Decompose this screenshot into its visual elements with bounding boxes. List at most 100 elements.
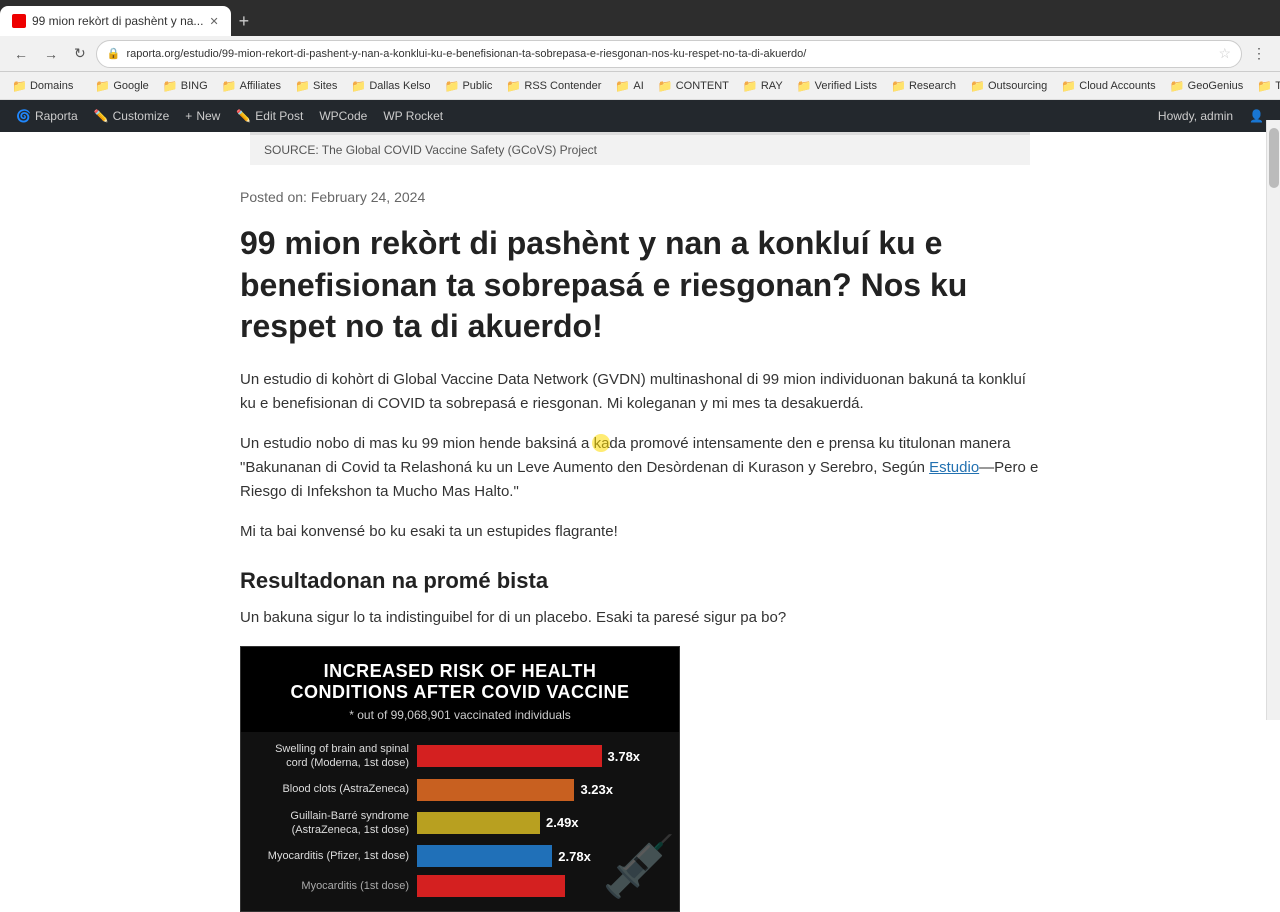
tab-bar: 99 mion rekòrt di pashènt y na... ✕ + bbox=[0, 0, 1280, 36]
bm-label: Outsourcing bbox=[988, 80, 1047, 92]
url-bar[interactable]: 🔒 raporta.org/estudio/99-mion-rekort-di-… bbox=[96, 40, 1242, 68]
bm-label: Domains bbox=[30, 80, 73, 92]
scrollbar-thumb[interactable] bbox=[1269, 128, 1279, 188]
folder-icon: 📁 bbox=[12, 79, 27, 93]
bm-outsourcing[interactable]: 📁 Outsourcing bbox=[964, 77, 1053, 95]
bm-label: Google bbox=[113, 80, 148, 92]
wp-rocket[interactable]: WP Rocket bbox=[375, 100, 451, 132]
bm-domains[interactable]: 📁 Domains bbox=[6, 77, 79, 95]
folder-icon: 📁 bbox=[891, 79, 906, 93]
bm-rss[interactable]: 📁 RSS Contender bbox=[500, 77, 607, 95]
chart-label-3: Guillain-Barré syndrome(AstraZeneca, 1st… bbox=[257, 809, 417, 838]
bm-tools[interactable]: 📁 Tools bbox=[1251, 77, 1280, 95]
customize-icon: ✏️ bbox=[94, 109, 109, 123]
bm-label: Public bbox=[462, 80, 492, 92]
nav-bar: ← → ↻ 🔒 raporta.org/estudio/99-mion-reko… bbox=[0, 36, 1280, 72]
article-container: Posted on: February 24, 2024 99 mion rek… bbox=[220, 169, 1060, 912]
folder-icon: 📁 bbox=[163, 79, 178, 93]
tab-favicon bbox=[12, 14, 26, 28]
folder-icon: 📁 bbox=[1257, 79, 1272, 93]
folder-icon: 📁 bbox=[970, 79, 985, 93]
folder-icon: 📁 bbox=[351, 79, 366, 93]
bm-label: Verified Lists bbox=[815, 80, 877, 92]
extensions-button[interactable]: ⋮ bbox=[1246, 41, 1272, 66]
caption-text: SOURCE: The Global COVID Vaccine Safety … bbox=[264, 143, 597, 157]
lock-icon: 🔒 bbox=[107, 47, 121, 60]
post-title: 99 mion rekòrt di pashènt y nan a konklu… bbox=[240, 223, 1040, 348]
avatar-icon: 👤 bbox=[1249, 109, 1264, 123]
bm-label: RAY bbox=[761, 80, 783, 92]
chart-val-2: 3.23x bbox=[580, 782, 613, 797]
chart-val-1: 3.78x bbox=[608, 749, 641, 764]
bm-bing[interactable]: 📁 BING bbox=[157, 77, 214, 95]
bm-verified[interactable]: 📁 Verified Lists bbox=[791, 77, 883, 95]
bm-public[interactable]: 📁 Public bbox=[439, 77, 499, 95]
paragraph-1: Un estudio di kohòrt di Global Vaccine D… bbox=[240, 368, 1040, 416]
chart-bar-wrap-2: 3.23x bbox=[417, 779, 663, 801]
folder-icon: 📁 bbox=[222, 79, 237, 93]
reload-button[interactable]: ↻ bbox=[68, 41, 92, 66]
forward-button[interactable]: → bbox=[38, 42, 64, 66]
wp-site-name[interactable]: 🌀 Raporta bbox=[8, 100, 86, 132]
wp-howdy: Howdy, admin bbox=[1150, 109, 1241, 123]
folder-icon: 📁 bbox=[797, 79, 812, 93]
new-tab-button[interactable]: + bbox=[231, 11, 258, 32]
chart-image: INCREASED RISK OF HEALTHCONDITIONS AFTER… bbox=[240, 646, 680, 912]
bm-content[interactable]: 📁 CONTENT bbox=[652, 77, 735, 95]
bm-label: Tools bbox=[1275, 80, 1280, 92]
paragraph-2: Un estudio nobo di mas ku 99 mion hende … bbox=[240, 432, 1040, 504]
bm-ray[interactable]: 📁 RAY bbox=[737, 77, 789, 95]
bm-affiliates[interactable]: 📁 Affiliates bbox=[216, 77, 287, 95]
chart-label-2: Blood clots (AstraZeneca) bbox=[257, 782, 417, 796]
active-tab[interactable]: 99 mion rekòrt di pashènt y na... ✕ bbox=[0, 6, 231, 36]
bm-google[interactable]: 📁 Google bbox=[89, 77, 154, 95]
wp-customize-label: Customize bbox=[113, 109, 170, 123]
plus-icon: + bbox=[185, 109, 192, 123]
folder-icon: 📁 bbox=[506, 79, 521, 93]
folder-icon: 📁 bbox=[743, 79, 758, 93]
wp-edit-label: Edit Post bbox=[255, 109, 303, 123]
edit-icon: ✏️ bbox=[236, 109, 251, 123]
folder-icon: 📁 bbox=[1170, 79, 1185, 93]
folder-icon: 📁 bbox=[95, 79, 110, 93]
chart-label-1: Swelling of brain and spinalcord (Modern… bbox=[257, 742, 417, 771]
wp-new[interactable]: + New bbox=[177, 100, 228, 132]
chart-label-4: Myocarditis (Pfizer, 1st dose) bbox=[257, 849, 417, 863]
url-text: raporta.org/estudio/99-mion-rekort-di-pa… bbox=[126, 48, 1212, 60]
post-date: Posted on: February 24, 2024 bbox=[240, 189, 1040, 205]
bm-ai[interactable]: 📁 AI bbox=[609, 77, 649, 95]
chart-bar-3 bbox=[417, 812, 540, 834]
wpcode-label: WPCode bbox=[319, 109, 367, 123]
chart-bar-5 bbox=[417, 875, 565, 897]
chart-bar-2 bbox=[417, 779, 574, 801]
chart-header: INCREASED RISK OF HEALTHCONDITIONS AFTER… bbox=[241, 647, 679, 732]
bm-label: Affiliates bbox=[240, 80, 281, 92]
wp-edit-post[interactable]: ✏️ Edit Post bbox=[228, 100, 311, 132]
bookmark-star-icon[interactable]: ☆ bbox=[1218, 45, 1231, 62]
wp-wpcode[interactable]: WPCode bbox=[311, 100, 375, 132]
bm-label: BING bbox=[181, 80, 208, 92]
bm-dallas[interactable]: 📁 Dallas Kelso bbox=[345, 77, 436, 95]
chart-bar-wrap-1: 3.78x bbox=[417, 745, 663, 767]
bm-research[interactable]: 📁 Research bbox=[885, 77, 962, 95]
chart-label-5: Myocarditis (1st dose) bbox=[257, 879, 417, 893]
folder-icon: 📁 bbox=[445, 79, 460, 93]
tab-close-button[interactable]: ✕ bbox=[209, 15, 218, 28]
bm-label: Cloud Accounts bbox=[1079, 80, 1155, 92]
chart-row-1: Swelling of brain and spinalcord (Modern… bbox=[257, 742, 663, 771]
bm-geogenius[interactable]: 📁 GeoGenius bbox=[1164, 77, 1250, 95]
paragraph-3: Mi ta bai konvensé bo ku esaki ta un est… bbox=[240, 520, 1040, 544]
folder-icon: 📁 bbox=[1061, 79, 1076, 93]
scrollbar[interactable] bbox=[1266, 120, 1280, 720]
bm-label: AI bbox=[633, 80, 643, 92]
estudio-link[interactable]: Estudio bbox=[929, 459, 979, 476]
bookmarks-bar: 📁 Domains 📁 Google 📁 BING 📁 Affiliates 📁… bbox=[0, 72, 1280, 100]
bm-cloud[interactable]: 📁 Cloud Accounts bbox=[1055, 77, 1161, 95]
folder-icon: 📁 bbox=[615, 79, 630, 93]
bm-label: RSS Contender bbox=[524, 80, 601, 92]
back-button[interactable]: ← bbox=[8, 42, 34, 66]
chart-val-3: 2.49x bbox=[546, 815, 579, 830]
wp-customize[interactable]: ✏️ Customize bbox=[86, 100, 178, 132]
bm-sites[interactable]: 📁 Sites bbox=[289, 77, 343, 95]
wp-logo-icon: 🌀 bbox=[16, 109, 31, 123]
